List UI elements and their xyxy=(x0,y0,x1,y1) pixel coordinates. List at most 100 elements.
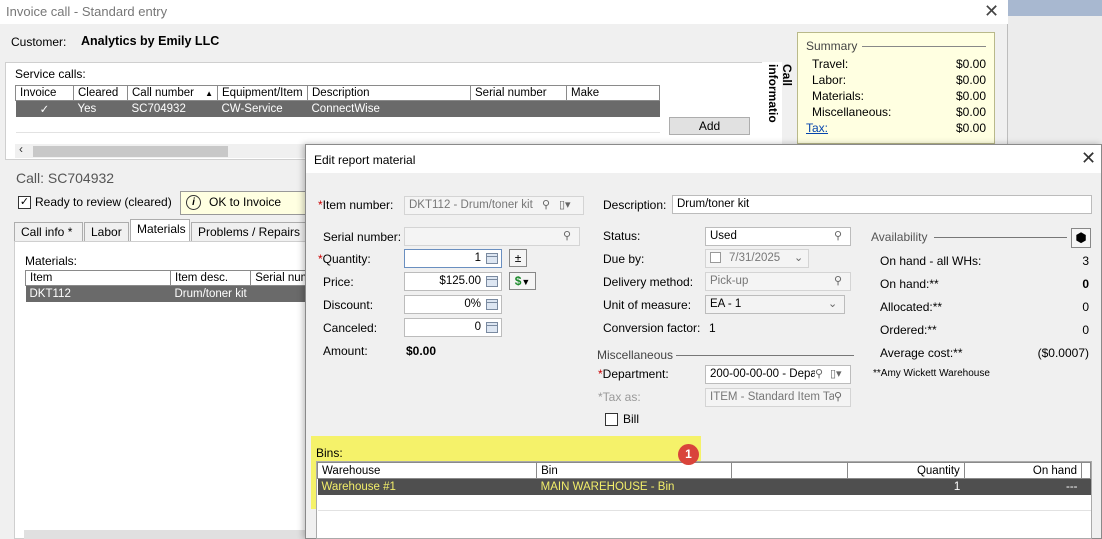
close-icon[interactable]: ✕ xyxy=(984,1,999,22)
plus-minus-button[interactable]: ± xyxy=(509,249,527,267)
description-value: Drum/toner kit xyxy=(677,198,750,210)
extra-cell xyxy=(1081,478,1091,495)
department-menu-icon[interactable]: ▯▾ xyxy=(830,367,842,380)
column-header-quantity[interactable]: Quantity xyxy=(846,462,965,479)
status-input[interactable]: Used ⚲ xyxy=(705,227,851,246)
column-header-warehouse[interactable]: Warehouse xyxy=(316,462,538,479)
summary-row-miscellaneous: Miscellaneous: $0.00 xyxy=(812,105,986,119)
quantity-label-text: Quantity: xyxy=(322,252,371,266)
delivery-method-label: Delivery method: xyxy=(603,275,694,289)
search-icon[interactable]: ⚲ xyxy=(834,390,843,403)
tax-as-input[interactable]: ITEM - Standard Item Tax ⚲ xyxy=(705,388,851,407)
delivery-method-input[interactable]: Pick-up ⚲ xyxy=(705,272,851,291)
customer-label: Customer: xyxy=(11,35,67,49)
service-calls-table: Invoice Cleared Call number ▲ Equipment/I… xyxy=(15,85,660,133)
tab-materials[interactable]: Materials xyxy=(130,219,190,242)
summary-row-travel: Travel: $0.00 xyxy=(812,57,986,71)
column-header-item[interactable]: Item xyxy=(25,270,171,286)
description-cell: ConnectWise xyxy=(307,100,471,117)
quantity-input[interactable]: 1 xyxy=(404,249,502,268)
unit-of-measure-select[interactable]: EA - 1 ⌄ xyxy=(705,295,845,314)
summary-row-tax: Tax: $0.00 xyxy=(806,121,986,135)
canceled-input[interactable]: 0 xyxy=(404,318,502,337)
column-header-cleared[interactable]: Cleared xyxy=(73,85,128,101)
ok-to-invoice-notice: i OK to Invoice xyxy=(180,191,310,215)
item-cell: DKT112 xyxy=(25,285,171,302)
package-icon[interactable]: ⬢ xyxy=(1071,228,1091,248)
tab-labor[interactable]: Labor xyxy=(84,222,129,242)
ready-to-review-label: Ready to review (cleared) xyxy=(35,195,172,209)
summary-label: Travel: xyxy=(812,57,849,71)
tab-problems-repairs[interactable]: Problems / Repairs xyxy=(191,222,306,242)
availability-value: 0 xyxy=(1082,300,1089,314)
due-by-date-picker[interactable]: 7/31/2025 ⌄ xyxy=(705,249,809,268)
divider xyxy=(862,46,986,47)
column-header-blank[interactable] xyxy=(730,462,848,479)
tab-call-info[interactable]: Call info * xyxy=(14,222,83,242)
table-row[interactable]: DKT112 Drum/toner kit xyxy=(25,285,325,302)
call-number-cell: SC704932 xyxy=(127,100,218,117)
scrollbar-thumb[interactable] xyxy=(33,146,228,157)
description-input[interactable]: Drum/toner kit xyxy=(672,195,1092,214)
summary-value: $0.00 xyxy=(955,121,986,135)
calculator-icon[interactable] xyxy=(486,276,498,287)
table-row[interactable]: ✓ Yes SC704932 CW-Service ConnectWise xyxy=(15,100,660,117)
search-icon[interactable]: ⚲ xyxy=(815,367,824,380)
price-input[interactable]: $125.00 xyxy=(404,272,502,291)
column-header-description[interactable]: Description xyxy=(307,85,471,101)
chevron-down-icon[interactable]: ⌄ xyxy=(828,297,837,310)
search-icon[interactable]: ⚲ xyxy=(563,229,571,242)
divider xyxy=(676,355,854,356)
due-by-checkbox[interactable] xyxy=(710,252,721,263)
column-header-invoice[interactable]: Invoice xyxy=(15,85,74,101)
tax-link[interactable]: Tax: xyxy=(806,121,828,135)
table-row xyxy=(15,116,660,133)
column-header-call-number[interactable]: Call number ▲ xyxy=(127,85,218,101)
close-icon[interactable]: ✕ xyxy=(1081,148,1096,169)
serial-cell xyxy=(470,100,567,117)
summary-value: $0.00 xyxy=(955,89,986,103)
unit-of-measure-label: Unit of measure: xyxy=(603,298,692,312)
add-button[interactable]: Add xyxy=(669,117,750,135)
ok-to-invoice-text: OK to Invoice xyxy=(209,195,282,209)
column-header-serial-number[interactable]: Serial number xyxy=(470,85,567,101)
chevron-down-icon[interactable]: ⌄ xyxy=(794,251,803,264)
calculator-icon[interactable] xyxy=(486,299,498,310)
horizontal-scrollbar[interactable] xyxy=(24,530,314,539)
price-label: Price: xyxy=(323,275,354,289)
summary-label: Miscellaneous: xyxy=(812,105,892,119)
column-header-equipment[interactable]: Equipment/Item xyxy=(217,85,308,101)
table-row xyxy=(317,494,1091,511)
item-desc-cell: Drum/toner kit xyxy=(170,285,251,302)
column-header-item-desc[interactable]: Item desc. xyxy=(169,270,252,286)
materials-label: Materials: xyxy=(25,254,78,268)
calculator-icon[interactable] xyxy=(486,253,498,264)
quantity-cell: 1 xyxy=(847,478,965,495)
table-row[interactable]: Warehouse #1 MAIN WAREHOUSE - Bin 1 --- xyxy=(317,478,1091,495)
column-header-on-hand[interactable]: On hand xyxy=(963,462,1083,479)
calculator-icon[interactable] xyxy=(486,322,498,333)
bins-label: Bins: xyxy=(316,446,343,460)
ready-to-review-checkbox[interactable]: ✓ xyxy=(18,196,31,209)
bill-checkbox[interactable] xyxy=(605,413,618,426)
availability-value: 0 xyxy=(1082,277,1089,291)
summary-value: $0.00 xyxy=(955,105,986,119)
column-header-make[interactable]: Make xyxy=(566,85,660,101)
discount-input[interactable]: 0% xyxy=(404,295,502,314)
column-header-bin[interactable]: Bin xyxy=(536,462,732,479)
search-icon[interactable]: ⚲ xyxy=(834,229,842,242)
call-information-tab[interactable]: Call informatio xyxy=(762,62,794,146)
item-menu-icon[interactable]: ▯▾ xyxy=(559,198,571,211)
search-icon[interactable]: ⚲ xyxy=(542,198,550,211)
item-number-field[interactable]: DKT112 - Drum/toner kit ⚲ ▯▾ xyxy=(404,196,584,215)
scroll-left-icon[interactable]: ‹ xyxy=(19,142,23,156)
department-label: *Department: xyxy=(598,367,669,381)
price-options-button[interactable]: $▼ xyxy=(509,272,536,290)
customer-value: Analytics by Emily LLC xyxy=(81,34,220,48)
serial-number-field[interactable]: ⚲ xyxy=(404,227,580,246)
search-icon[interactable]: ⚲ xyxy=(834,274,842,287)
invoice-checkbox[interactable]: ✓ xyxy=(15,100,74,117)
department-input[interactable]: 200-00-00-00 - Depar ⚲ ▯▾ xyxy=(705,365,851,384)
discount-value: 0% xyxy=(464,298,481,310)
availability-label: On hand - all WHs: xyxy=(880,254,982,268)
